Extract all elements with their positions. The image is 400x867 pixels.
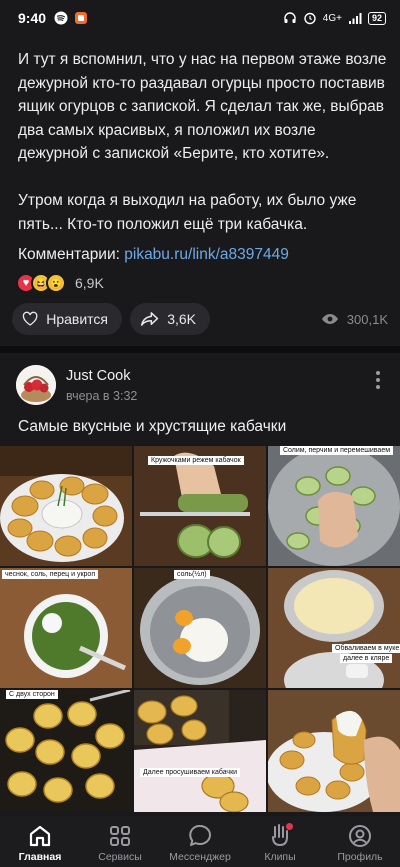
nav-label: Клипы (264, 851, 296, 863)
views-count: 300,1K (346, 311, 388, 327)
nav-messenger[interactable]: Мессенджер (160, 816, 240, 867)
like-label: Нравится (46, 311, 108, 327)
photo-caption: далее в кляре (340, 654, 393, 663)
photo-caption: Далее просушиваем кабачки (140, 768, 241, 777)
mixing-bowl-image (268, 446, 400, 566)
share-arrow-icon (141, 312, 159, 326)
post-time: вчера в 3:32 (66, 389, 138, 403)
avatar-basket-image (16, 365, 56, 405)
like-button[interactable]: Нравится (12, 303, 122, 335)
photo-caption: Солим, перчим и перемешиваем (280, 446, 394, 455)
dill-sauce-image (0, 568, 132, 688)
nav-profile[interactable]: Профиль (320, 816, 400, 867)
post-body: И тут я вспомнил, что у нас на первом эт… (18, 48, 388, 260)
post-author[interactable]: Just Cook (66, 368, 130, 384)
heart-outline-icon (22, 311, 38, 326)
notification-dot (286, 823, 293, 830)
status-time: 9:40 (18, 10, 47, 26)
avatar[interactable] (16, 365, 56, 405)
wow-reaction-icon: 😮 (46, 273, 66, 293)
feed-divider (0, 346, 400, 353)
photo-frying-pan[interactable]: С двух сторон (0, 690, 132, 812)
spotify-icon (54, 11, 68, 25)
headphones-icon (284, 12, 296, 23)
comments-line: Комментарии: pikabu.ru/link/a8397449 (18, 246, 289, 264)
photo-fried-zucchini-plate[interactable] (0, 446, 132, 566)
chat-bubble-icon (189, 824, 211, 846)
nav-label: Мессенджер (169, 851, 231, 863)
bottom-navigation: Главная Сервисы Мессенджер Клипы Профиль (0, 816, 400, 867)
photo-caption: чеснок, соль, перец и укроп (2, 570, 99, 579)
photo-caption: соль(½л) (174, 570, 210, 579)
status-bar: 9:40 4G+ 92 (0, 0, 400, 36)
post-paragraph: Утром когда я выходил на работу, их было… (18, 192, 357, 233)
views-counter: 300,1K (321, 312, 392, 327)
photo-batter[interactable]: Обваливаем в муке, далее в кляре (268, 568, 400, 688)
network-type: 4G+ (322, 12, 342, 24)
comments-link[interactable]: pikabu.ru/link/a8397449 (124, 246, 289, 263)
clips-icon (267, 823, 293, 849)
share-count: 3,6K (167, 311, 196, 327)
flour-eggs-image (134, 568, 266, 688)
more-options-icon[interactable] (376, 371, 380, 389)
reactions-count: 6,9K (75, 275, 104, 291)
services-grid-icon (110, 826, 130, 846)
drying-image (134, 690, 266, 812)
nav-label: Профиль (337, 851, 383, 863)
photo-drying-towel[interactable]: Далее просушиваем кабачки (134, 690, 266, 812)
nav-clips[interactable]: Клипы (240, 816, 320, 867)
post-title: Самые вкусные и хрустящие кабачки (18, 418, 287, 435)
signal-icon (348, 13, 362, 24)
reactions-summary[interactable]: ♥ 😆 😮 6,9K (16, 273, 104, 293)
photo-caption: С двух сторон (6, 690, 58, 699)
photo-dipping-sauce[interactable] (268, 690, 400, 812)
app-notification-icon (75, 12, 88, 24)
post-actions: Нравится 3,6K 300,1K (12, 302, 392, 336)
comments-label: Комментарии: (18, 246, 120, 263)
profile-icon (349, 825, 371, 847)
post-image-grid[interactable]: Кружочками режем кабачок Солим, перчим и… (0, 446, 400, 816)
nav-home[interactable]: Главная (0, 816, 80, 867)
alarm-icon (304, 12, 316, 25)
photo-caption: Кружочками режем кабачок (148, 456, 244, 465)
nav-label: Сервисы (98, 851, 142, 863)
nav-services[interactable]: Сервисы (80, 816, 160, 867)
post-paragraph: И тут я вспомнил, что у нас на первом эт… (18, 51, 387, 162)
photo-mixing-bowl[interactable]: Солим, перчим и перемешиваем (268, 446, 400, 566)
batter-image (268, 568, 400, 688)
photo-slicing-zucchini[interactable]: Кружочками режем кабачок (134, 446, 266, 566)
dipping-image (268, 690, 400, 812)
share-button[interactable]: 3,6K (130, 303, 210, 335)
battery-indicator: 92 (367, 11, 386, 25)
photo-caption: Обваливаем в муке, (332, 644, 400, 653)
home-icon (29, 825, 51, 847)
fried-zucchini-image (0, 446, 132, 566)
frying-image (0, 690, 132, 812)
eye-icon (321, 314, 338, 324)
nav-label: Главная (18, 851, 62, 863)
photo-dill-sauce[interactable]: чеснок, соль, перец и укроп (0, 568, 132, 688)
photo-flour-eggs[interactable]: соль(½л) (134, 568, 266, 688)
